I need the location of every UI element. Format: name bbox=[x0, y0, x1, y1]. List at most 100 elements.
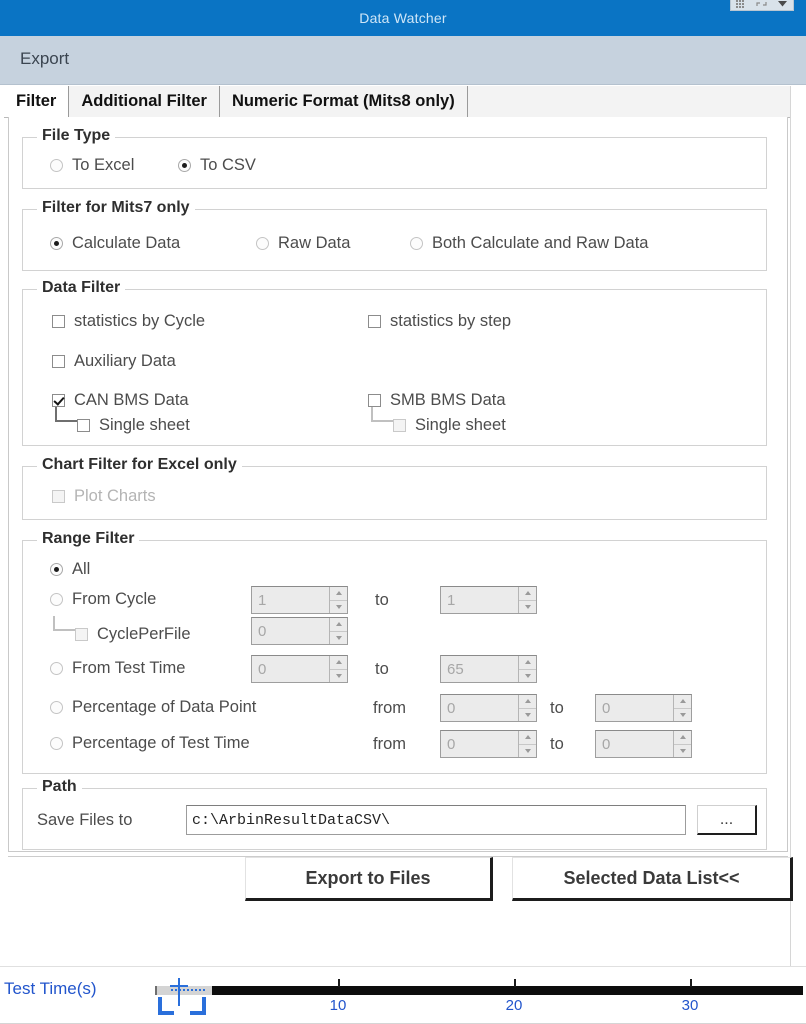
axis-range-thumb[interactable] bbox=[155, 986, 212, 995]
spinner-test-time-to-value[interactable]: 65 bbox=[441, 656, 518, 682]
chevron-down-icon[interactable] bbox=[776, 0, 789, 9]
axis-thumb-dash bbox=[171, 989, 205, 993]
checkbox-statistics-by-cycle[interactable]: statistics by Cycle bbox=[52, 312, 205, 331]
spinner-pct-time-to[interactable]: 0 bbox=[595, 730, 692, 758]
radio-raw-data[interactable]: Raw Data bbox=[256, 234, 350, 253]
tab-additional-filter[interactable]: Additional Filter bbox=[69, 86, 220, 117]
quick-access-toolbar[interactable] bbox=[730, 0, 794, 11]
spinner-cycle-from[interactable]: 1 bbox=[251, 586, 348, 614]
checkbox-can-single-sheet-box[interactable] bbox=[77, 419, 90, 432]
radio-from-cycle-indicator[interactable] bbox=[50, 593, 63, 606]
checkbox-statistics-by-step-box[interactable] bbox=[368, 315, 381, 328]
menu-bar: Export bbox=[0, 36, 806, 85]
spinner-cycle-per-file-up-icon[interactable] bbox=[330, 618, 347, 632]
spinner-pct-point-from-value[interactable]: 0 bbox=[441, 695, 518, 721]
spinner-test-time-from-value[interactable]: 0 bbox=[252, 656, 329, 682]
radio-raw-data-indicator[interactable] bbox=[256, 237, 269, 250]
spinner-pct-time-to-buttons[interactable] bbox=[673, 731, 691, 757]
spinner-pct-point-from-up-icon[interactable] bbox=[519, 695, 536, 709]
radio-both-calculate-and-raw[interactable]: Both Calculate and Raw Data bbox=[410, 234, 648, 253]
spinner-test-time-to-buttons[interactable] bbox=[518, 656, 536, 682]
spinner-cycle-per-file-down-icon[interactable] bbox=[330, 631, 347, 644]
radio-all[interactable]: All bbox=[50, 560, 90, 579]
spinner-pct-point-to-up-icon[interactable] bbox=[674, 695, 691, 709]
radio-from-test-time-indicator[interactable] bbox=[50, 662, 63, 675]
checkbox-plot-charts[interactable]: Plot Charts bbox=[52, 487, 156, 506]
radio-percentage-of-test-time-indicator[interactable] bbox=[50, 737, 63, 750]
spinner-cycle-per-file[interactable]: 0 bbox=[251, 617, 348, 645]
menu-item-export[interactable]: Export bbox=[20, 49, 69, 69]
export-to-files-button[interactable]: Export to Files bbox=[245, 857, 493, 901]
checkbox-can-single-sheet[interactable]: Single sheet bbox=[77, 416, 190, 435]
spinner-pct-time-from-buttons[interactable] bbox=[518, 731, 536, 757]
spinner-pct-point-to[interactable]: 0 bbox=[595, 694, 692, 722]
radio-to-excel-indicator[interactable] bbox=[50, 159, 63, 172]
spinner-cycle-to[interactable]: 1 bbox=[440, 586, 537, 614]
spinner-pct-point-from-down-icon[interactable] bbox=[519, 708, 536, 721]
spinner-pct-time-from-up-icon[interactable] bbox=[519, 731, 536, 745]
checkbox-auxiliary-data-box[interactable] bbox=[52, 355, 65, 368]
spinner-test-time-to-down-icon[interactable] bbox=[519, 669, 536, 682]
tab-filter[interactable]: Filter bbox=[4, 86, 70, 117]
spinner-pct-time-to-down-icon[interactable] bbox=[674, 744, 691, 757]
spinner-test-time-from-buttons[interactable] bbox=[329, 656, 347, 682]
spinner-cycle-from-buttons[interactable] bbox=[329, 587, 347, 613]
axis-range-handle-right[interactable] bbox=[190, 997, 206, 1015]
radio-all-indicator[interactable] bbox=[50, 563, 63, 576]
spinner-pct-time-from[interactable]: 0 bbox=[440, 730, 537, 758]
checkbox-cycle-per-file[interactable]: CyclePerFile bbox=[75, 625, 191, 644]
selected-data-list-button[interactable]: Selected Data List<< bbox=[512, 857, 793, 901]
spinner-test-time-to[interactable]: 65 bbox=[440, 655, 537, 683]
spinner-cycle-from-down-icon[interactable] bbox=[330, 600, 347, 613]
checkbox-smb-single-sheet[interactable]: Single sheet bbox=[393, 416, 506, 435]
radio-both-calculate-and-raw-indicator[interactable] bbox=[410, 237, 423, 250]
spinner-pct-time-to-value[interactable]: 0 bbox=[596, 731, 673, 757]
spinner-pct-point-to-buttons[interactable] bbox=[673, 695, 691, 721]
checkbox-statistics-by-cycle-box[interactable] bbox=[52, 315, 65, 328]
spinner-pct-time-to-up-icon[interactable] bbox=[674, 731, 691, 745]
checkbox-smb-bms-data-box[interactable] bbox=[368, 394, 381, 407]
spinner-pct-time-from-down-icon[interactable] bbox=[519, 744, 536, 757]
radio-to-csv-indicator[interactable] bbox=[178, 159, 191, 172]
spinner-cycle-to-value[interactable]: 1 bbox=[441, 587, 518, 613]
spinner-pct-point-from-buttons[interactable] bbox=[518, 695, 536, 721]
checkbox-can-bms-data-box[interactable] bbox=[52, 394, 65, 407]
checkbox-cycle-per-file-box[interactable] bbox=[75, 628, 88, 641]
spinner-pct-point-from[interactable]: 0 bbox=[440, 694, 537, 722]
spinner-cycle-per-file-buttons[interactable] bbox=[329, 618, 347, 644]
axis-track[interactable] bbox=[155, 986, 803, 995]
spinner-cycle-to-up-icon[interactable] bbox=[519, 587, 536, 601]
spinner-test-time-to-up-icon[interactable] bbox=[519, 656, 536, 670]
checkbox-statistics-by-step[interactable]: statistics by step bbox=[368, 312, 511, 331]
spinner-pct-point-to-value[interactable]: 0 bbox=[596, 695, 673, 721]
axis-range-handle-left[interactable] bbox=[158, 997, 174, 1015]
spinner-test-time-from[interactable]: 0 bbox=[251, 655, 348, 683]
path-input[interactable]: c:\ArbinResultDataCSV\ bbox=[186, 805, 686, 835]
checkbox-plot-charts-box[interactable] bbox=[52, 490, 65, 503]
spinner-test-time-from-up-icon[interactable] bbox=[330, 656, 347, 670]
radio-percentage-of-test-time[interactable]: Percentage of Test Time bbox=[50, 734, 250, 753]
browse-button[interactable]: ... bbox=[697, 805, 757, 835]
radio-calculate-data-indicator[interactable] bbox=[50, 237, 63, 250]
checkbox-smb-single-sheet-box[interactable] bbox=[393, 419, 406, 432]
radio-calculate-data[interactable]: Calculate Data bbox=[50, 234, 180, 253]
spinner-cycle-per-file-value[interactable]: 0 bbox=[252, 618, 329, 644]
axis-cursor[interactable] bbox=[178, 978, 180, 1006]
radio-from-test-time[interactable]: From Test Time bbox=[50, 659, 185, 678]
radio-percentage-of-data-point-indicator[interactable] bbox=[50, 701, 63, 714]
spinner-pct-point-to-down-icon[interactable] bbox=[674, 708, 691, 721]
radio-to-csv[interactable]: To CSV bbox=[178, 156, 256, 175]
spinner-cycle-from-up-icon[interactable] bbox=[330, 587, 347, 601]
spinner-cycle-from-value[interactable]: 1 bbox=[252, 587, 329, 613]
spinner-cycle-to-buttons[interactable] bbox=[518, 587, 536, 613]
spinner-cycle-to-down-icon[interactable] bbox=[519, 600, 536, 613]
tab-numeric-format[interactable]: Numeric Format (Mits8 only) bbox=[220, 86, 468, 117]
spinner-test-time-from-down-icon[interactable] bbox=[330, 669, 347, 682]
radio-from-cycle[interactable]: From Cycle bbox=[50, 590, 156, 609]
radio-to-excel[interactable]: To Excel bbox=[50, 156, 134, 175]
checkbox-auxiliary-data[interactable]: Auxiliary Data bbox=[52, 352, 176, 371]
spinner-pct-time-from-value[interactable]: 0 bbox=[441, 731, 518, 757]
grid-icon[interactable] bbox=[735, 0, 748, 9]
radio-percentage-of-data-point[interactable]: Percentage of Data Point bbox=[50, 698, 256, 717]
restore-icon[interactable] bbox=[755, 0, 768, 9]
